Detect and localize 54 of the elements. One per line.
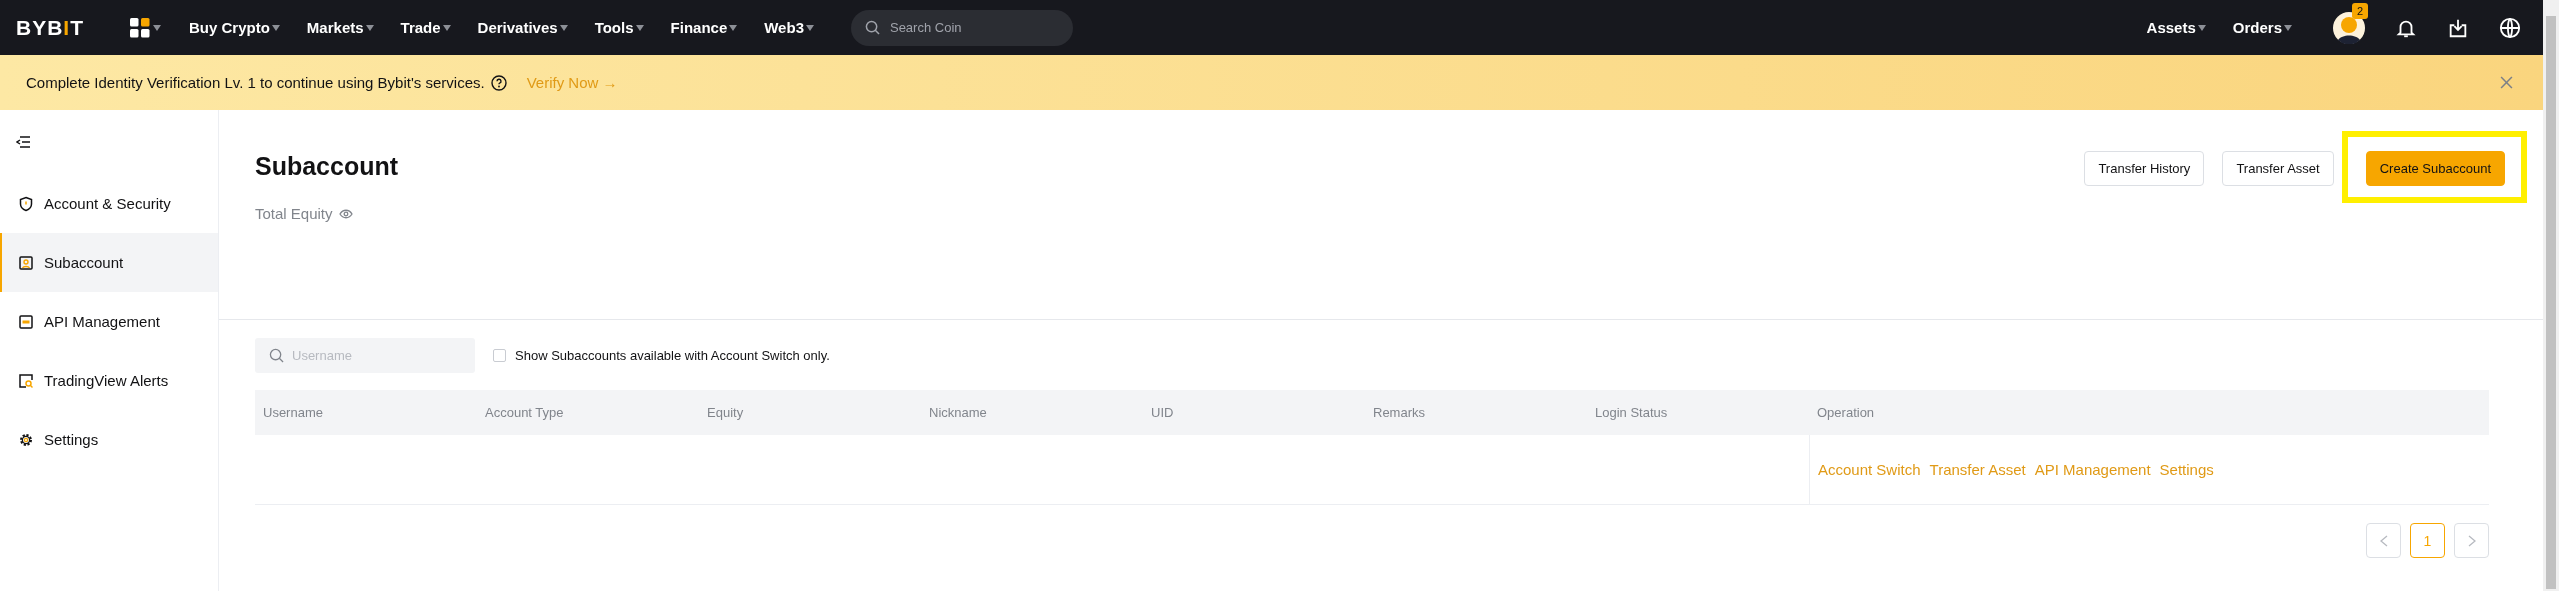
checkbox-label: Show Subaccounts available with Account Switch only. <box>515 348 830 363</box>
sidebar-item[interactable]: API Management <box>0 292 218 351</box>
chevron-left-icon <box>2379 534 2388 547</box>
settings-icon <box>18 431 34 448</box>
shield-icon <box>18 195 34 212</box>
caret-icon <box>2284 24 2292 31</box>
action-button[interactable]: Transfer Asset <box>2222 151 2334 186</box>
menu-icon[interactable] <box>16 136 30 148</box>
caret-icon <box>365 24 374 31</box>
grid-icon <box>130 17 150 38</box>
caret-icon <box>635 24 644 31</box>
logo[interactable]: BYBIT <box>16 15 84 40</box>
nav-menu-item[interactable]: Derivatives <box>477 19 568 36</box>
search-icon <box>864 20 880 35</box>
caret-icon <box>2197 24 2206 31</box>
sidebar-item[interactable]: Account & Security <box>0 174 218 233</box>
user-icon <box>18 254 34 271</box>
caret-icon <box>153 24 161 31</box>
api-icon <box>18 313 34 330</box>
nav-menu-item[interactable]: Markets <box>306 19 374 36</box>
table-header: Username Account Type Equity Nickname UID Remarks Login Status Operation <box>255 390 2489 435</box>
sidebar-item[interactable]: TradingView Alerts <box>0 351 218 410</box>
sidebar-item[interactable]: Subaccount <box>0 233 218 292</box>
nav-menu-item[interactable]: Buy Crypto <box>189 19 280 36</box>
caret-icon <box>805 24 814 31</box>
eye-icon[interactable] <box>338 208 353 219</box>
nav-menu-item[interactable]: Finance <box>670 19 738 36</box>
total-equity-label: Total Equity <box>255 205 333 222</box>
verification-message: Complete Identity Verification Lv. 1 to continue using Bybit's services. <box>26 74 485 91</box>
caret-icon <box>271 24 280 31</box>
caret-icon <box>559 24 568 31</box>
checkbox[interactable] <box>493 349 506 362</box>
nav-menu-item[interactable]: Trade <box>400 19 451 36</box>
search-icon <box>269 348 284 363</box>
nav-menu-item[interactable]: Orders <box>2232 19 2292 36</box>
action-button[interactable]: Transfer History <box>2084 151 2205 186</box>
help-icon[interactable] <box>490 74 507 91</box>
username-search-field[interactable]: Username <box>255 338 475 373</box>
notification-count: 2 <box>2352 2 2369 19</box>
action-button[interactable]: Create Subaccount <box>2365 151 2505 186</box>
chart-search-icon <box>18 372 34 389</box>
nav-menu-item[interactable]: Assets <box>2146 19 2206 36</box>
scrollbar[interactable] <box>2543 0 2559 591</box>
nav-menu-item[interactable]: Tools <box>594 19 644 36</box>
caret-icon <box>729 24 738 31</box>
close-icon[interactable] <box>2500 76 2513 89</box>
globe-icon[interactable] <box>2499 16 2521 39</box>
nav-menu-item[interactable]: Web3 <box>764 19 814 36</box>
chevron-right-icon <box>2467 534 2476 547</box>
page-title: Subaccount <box>255 152 399 181</box>
caret-icon <box>442 24 451 31</box>
apps-button[interactable] <box>130 17 161 38</box>
sidebar-item[interactable]: Settings <box>0 410 218 469</box>
search-field[interactable]: Search Coin <box>850 9 1073 46</box>
